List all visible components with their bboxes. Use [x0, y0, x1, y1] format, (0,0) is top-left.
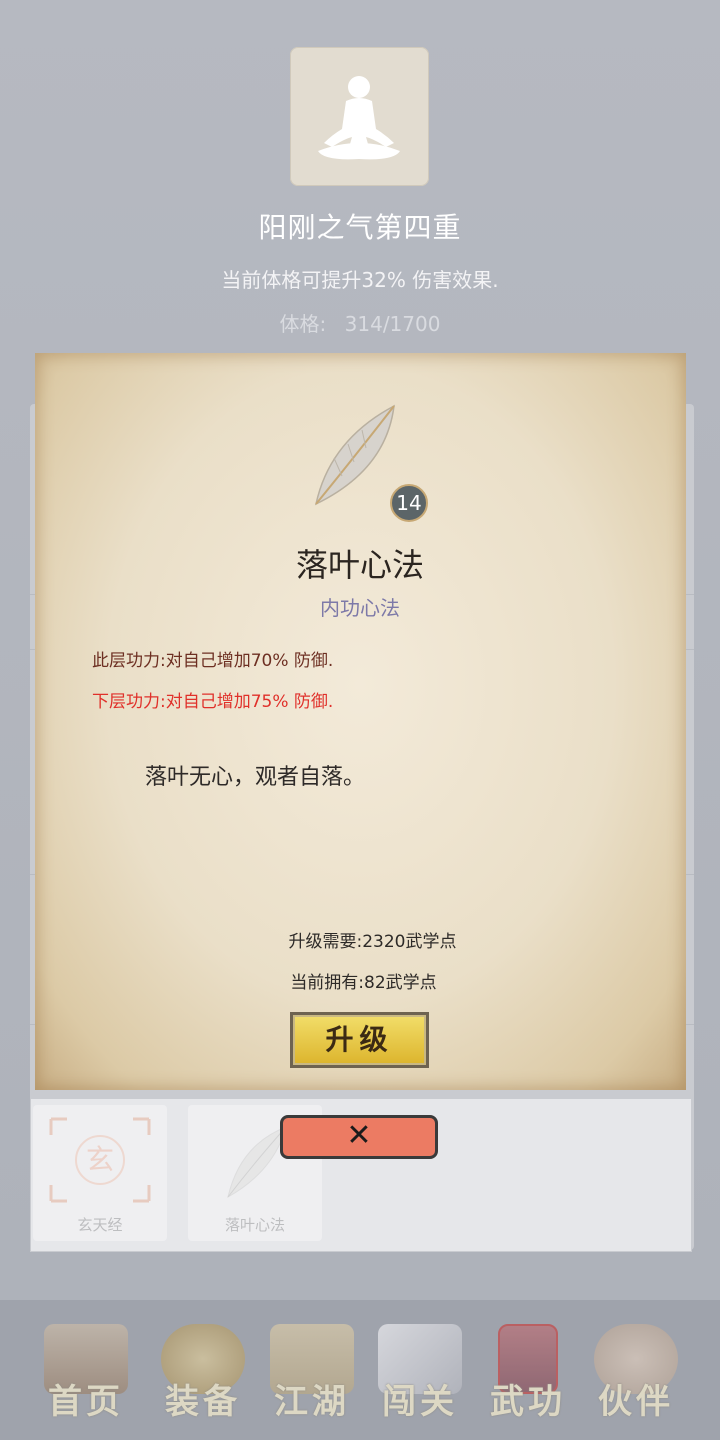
skill-card-label: 玄天经: [77, 1216, 123, 1234]
xuan-seal-icon: 玄: [49, 1117, 151, 1203]
nav-label: 江湖: [274, 1382, 350, 1422]
skill-quote: 落叶无心，观者自落。: [145, 765, 366, 790]
skill-type: 内功心法: [320, 596, 400, 620]
upgrade-button-label: 升级: [325, 1023, 394, 1056]
owned-points: 当前拥有:82武学点: [290, 973, 437, 993]
nav-item-martial-arts[interactable]: 武功: [472, 1318, 584, 1430]
close-icon: ✕: [346, 1118, 372, 1153]
nav-label: 装备: [165, 1382, 241, 1422]
nav-label: 武功: [490, 1382, 566, 1422]
skill-name: 落叶心法: [295, 546, 424, 584]
nav-item-home[interactable]: 首页: [30, 1318, 142, 1430]
close-button[interactable]: ✕: [280, 1115, 438, 1159]
nav-label: 首页: [48, 1382, 124, 1422]
realm-title: 阳刚之气第四重: [258, 211, 462, 244]
meditating-figure-icon: [318, 76, 400, 160]
svg-text:玄: 玄: [86, 1143, 114, 1176]
skill-level-badge: 14: [390, 484, 428, 522]
nav-item-jianghu[interactable]: 江湖: [256, 1318, 368, 1430]
nav-item-challenge[interactable]: 闯关: [364, 1318, 476, 1430]
upgrade-requirement: 升级需要:2320武学点: [288, 932, 457, 952]
meditation-portrait: [290, 47, 429, 186]
nav-label: 闯关: [382, 1382, 458, 1422]
upgrade-button[interactable]: 升级: [290, 1012, 429, 1068]
nav-item-companions[interactable]: 伙伴: [580, 1318, 692, 1430]
leaf-icon: [314, 404, 395, 506]
skill-card-xuantian[interactable]: 玄 玄天经: [33, 1105, 167, 1241]
skill-card-label: 落叶心法: [224, 1216, 285, 1234]
current-level-effect: 此层功力:对自己增加70% 防御.: [92, 651, 334, 671]
nav-item-equipment[interactable]: 装备: [147, 1318, 259, 1430]
physique-stat: 体格: 314/1700: [0, 308, 720, 337]
nav-label: 伙伴: [598, 1382, 674, 1422]
realm-description: 当前体格可提升32% 伤害效果.: [221, 268, 499, 292]
physique-value: 314/1700: [344, 312, 441, 336]
physique-label: 体格:: [279, 312, 327, 336]
next-level-effect: 下层功力:对自己增加75% 防御.: [92, 692, 334, 712]
